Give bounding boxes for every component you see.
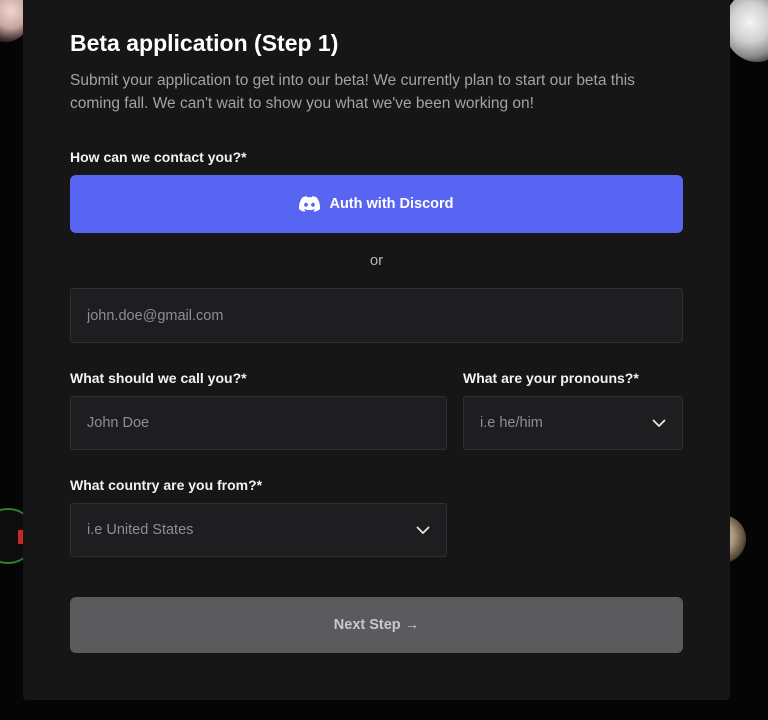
country-select-value: i.e United States [87, 522, 194, 538]
pronouns-select[interactable]: i.e he/him [463, 396, 683, 450]
chevron-down-icon [652, 419, 666, 427]
auth-with-discord-label: Auth with Discord [329, 196, 454, 212]
country-label: What country are you from?* [70, 477, 263, 493]
pronouns-label: What are your pronouns?* [463, 370, 639, 386]
page-title: Beta application (Step 1) [70, 30, 339, 56]
name-label: What should we call you?* [70, 370, 247, 386]
pronouns-select-value: i.e he/him [480, 415, 543, 431]
country-select[interactable]: i.e United States [70, 503, 447, 557]
discord-icon [299, 196, 321, 212]
email-input[interactable] [70, 288, 683, 343]
page-subtitle: Submit your application to get into our … [70, 72, 635, 112]
chevron-down-icon [416, 526, 430, 534]
name-input[interactable] [70, 396, 447, 450]
auth-with-discord-button[interactable]: Auth with Discord [70, 175, 683, 233]
contact-label: How can we contact you?* [70, 149, 247, 165]
next-step-button[interactable]: Next Step → [70, 597, 683, 653]
or-divider: or [369, 252, 384, 269]
background-avatar-top-right [724, 0, 768, 62]
